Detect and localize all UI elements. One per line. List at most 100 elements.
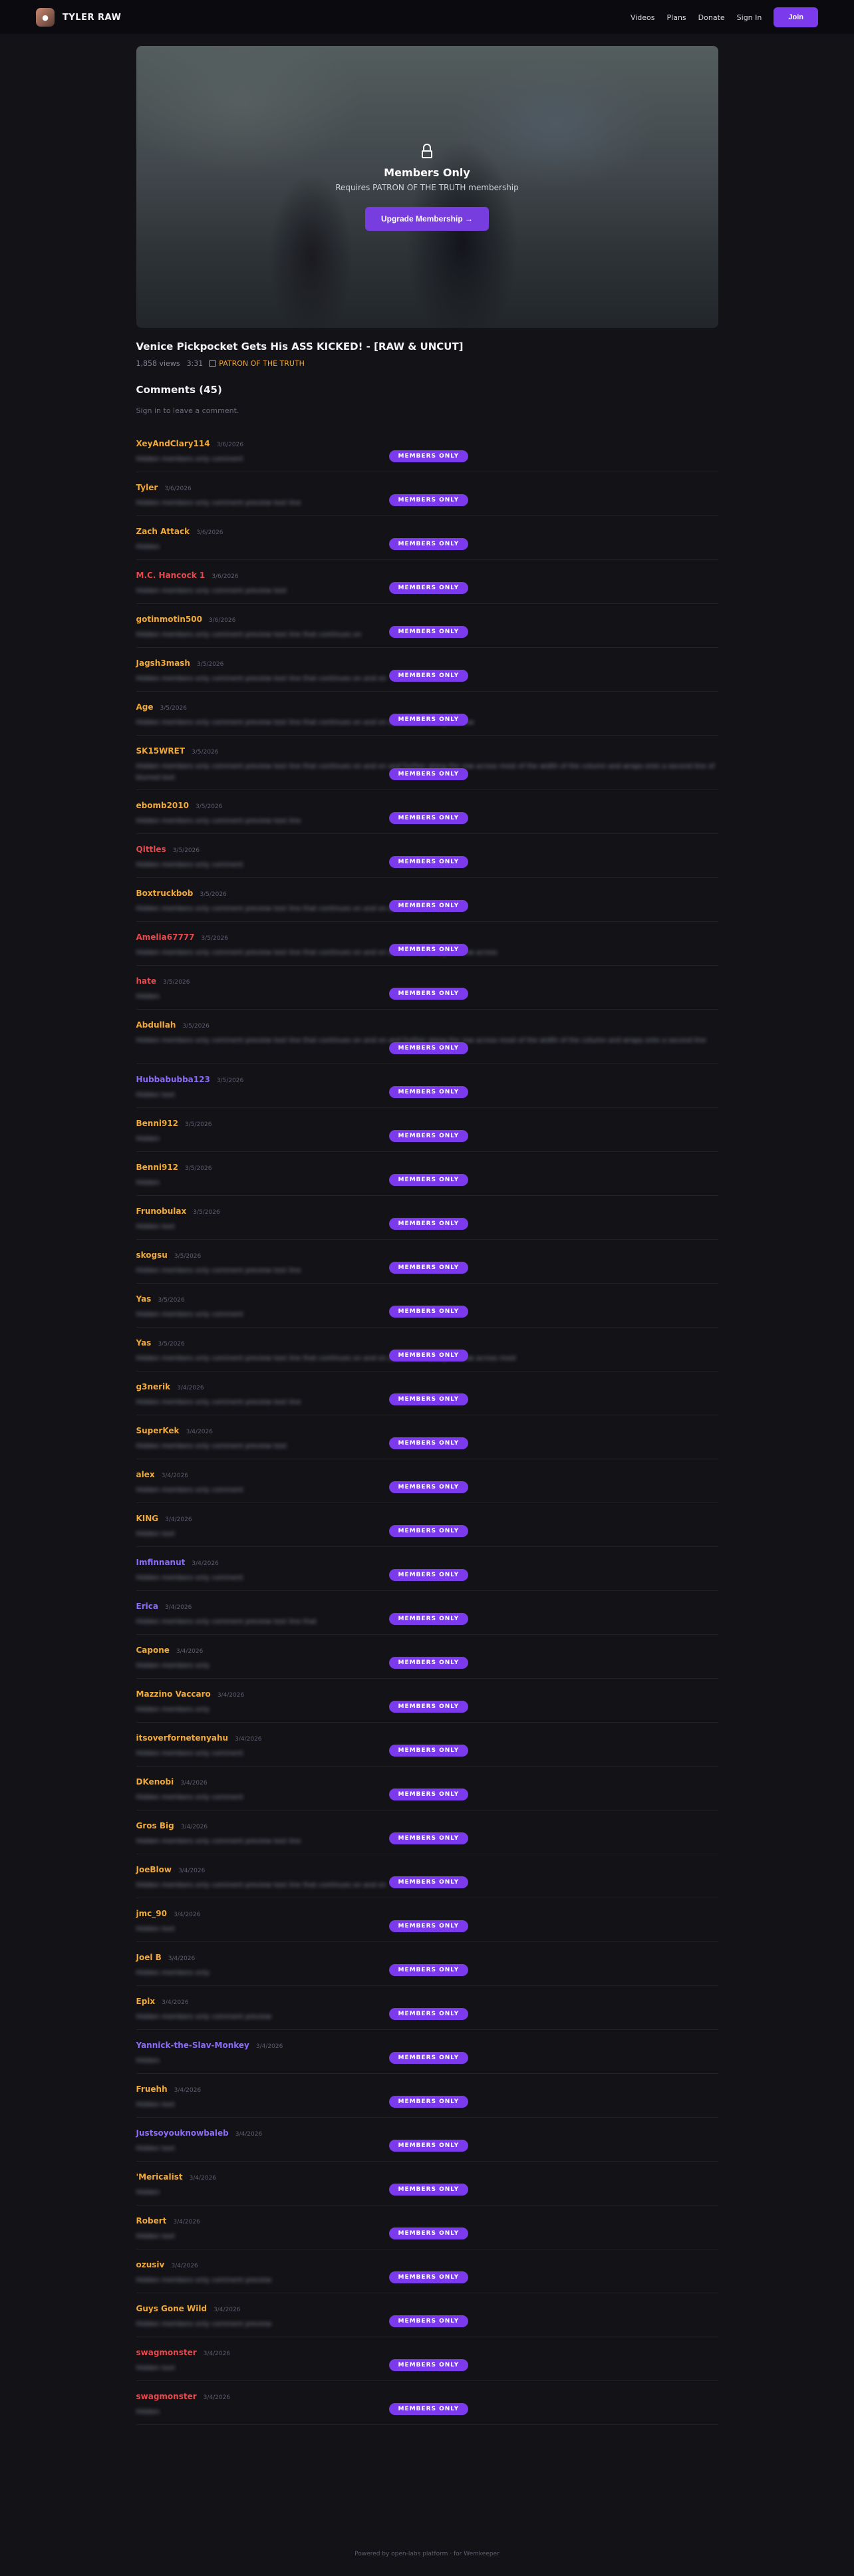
members-only-badge[interactable]: MEMBERS ONLY xyxy=(388,494,469,506)
join-button[interactable]: Join xyxy=(774,7,818,27)
members-only-badge[interactable]: MEMBERS ONLY xyxy=(388,2184,469,2196)
members-only-badge[interactable]: MEMBERS ONLY xyxy=(388,2008,469,2020)
members-only-badge[interactable]: MEMBERS ONLY xyxy=(388,1569,469,1581)
comment-author[interactable]: swagmonster xyxy=(136,2392,197,2401)
members-only-badge[interactable]: MEMBERS ONLY xyxy=(388,2403,469,2415)
members-only-badge[interactable]: MEMBERS ONLY xyxy=(388,626,469,638)
comment-author[interactable]: ebomb2010 xyxy=(136,801,189,810)
comment-author[interactable]: hate xyxy=(136,976,157,986)
members-only-badge[interactable]: MEMBERS ONLY xyxy=(388,1964,469,1976)
members-only-badge[interactable]: MEMBERS ONLY xyxy=(388,1350,469,1361)
upgrade-membership-button[interactable]: Upgrade Membership → xyxy=(364,206,490,231)
comment-author[interactable]: itsoverfornetenyahu xyxy=(136,1733,229,1743)
comment-author[interactable]: ozusiv xyxy=(136,2260,165,2269)
comment-author[interactable]: Benni912 xyxy=(136,1163,179,1172)
members-only-badge[interactable]: MEMBERS ONLY xyxy=(388,812,469,824)
comment-author[interactable]: JoeBlow xyxy=(136,1865,172,1874)
members-only-badge[interactable]: MEMBERS ONLY xyxy=(388,1174,469,1186)
comment-author[interactable]: Justsoyouknowbaleb xyxy=(136,2128,229,2138)
comment-author[interactable]: Guys Gone Wild xyxy=(136,2304,208,2313)
nav-plans[interactable]: Plans xyxy=(667,13,686,22)
comment-author[interactable]: M.C. Hancock 1 xyxy=(136,571,206,580)
members-only-badge[interactable]: MEMBERS ONLY xyxy=(388,988,469,1000)
comment-author[interactable]: Imfinnanut xyxy=(136,1558,186,1567)
comment-author[interactable]: swagmonster xyxy=(136,2348,197,2357)
members-only-badge[interactable]: MEMBERS ONLY xyxy=(388,538,469,550)
members-only-badge[interactable]: MEMBERS ONLY xyxy=(388,1481,469,1493)
comment-author[interactable]: Yas xyxy=(136,1294,152,1304)
comment-author[interactable]: jmc_90 xyxy=(136,1909,167,1918)
members-only-badge[interactable]: MEMBERS ONLY xyxy=(388,1745,469,1757)
comment-author[interactable]: alex xyxy=(136,1470,155,1479)
members-only-badge[interactable]: MEMBERS ONLY xyxy=(388,900,469,912)
members-only-badge[interactable]: MEMBERS ONLY xyxy=(388,944,469,956)
comment-author[interactable]: KING xyxy=(136,1514,159,1523)
sign-in-note[interactable]: Sign in to leave a comment. xyxy=(136,406,718,415)
members-only-badge[interactable]: MEMBERS ONLY xyxy=(388,1525,469,1537)
members-only-badge[interactable]: MEMBERS ONLY xyxy=(388,1437,469,1449)
comment-author[interactable]: XeyAndClary114 xyxy=(136,439,210,448)
members-only-badge[interactable]: MEMBERS ONLY xyxy=(388,1393,469,1405)
comment-author[interactable]: Hubbabubba123 xyxy=(136,1075,210,1084)
comment-author[interactable]: Joel B xyxy=(136,1953,162,1962)
members-only-badge[interactable]: MEMBERS ONLY xyxy=(388,1086,469,1098)
members-only-badge[interactable]: MEMBERS ONLY xyxy=(388,2227,469,2239)
comment-author[interactable]: Jagsh3mash xyxy=(136,658,190,668)
comment-author[interactable]: Zach Attack xyxy=(136,527,190,536)
comment-author[interactable]: DKenobi xyxy=(136,1777,174,1787)
members-only-badge[interactable]: MEMBERS ONLY xyxy=(388,2315,469,2327)
members-only-badge[interactable]: MEMBERS ONLY xyxy=(388,2052,469,2064)
comment-author[interactable]: Erica xyxy=(136,1602,158,1611)
members-only-badge[interactable]: MEMBERS ONLY xyxy=(388,1306,469,1318)
members-only-badge[interactable]: MEMBERS ONLY xyxy=(388,450,469,462)
comment-author[interactable]: Abdullah xyxy=(136,1020,176,1030)
members-only-badge[interactable]: MEMBERS ONLY xyxy=(388,1218,469,1230)
members-only-badge[interactable]: MEMBERS ONLY xyxy=(388,670,469,682)
nav-donate[interactable]: Donate xyxy=(698,13,725,22)
comment-author[interactable]: Epix xyxy=(136,1997,156,2006)
members-only-badge[interactable]: MEMBERS ONLY xyxy=(388,1613,469,1625)
comment-author[interactable]: g3nerik xyxy=(136,1382,171,1391)
comment-author[interactable]: Yas xyxy=(136,1338,152,1348)
comment-author[interactable]: SK15WRET xyxy=(136,746,186,756)
comment-author[interactable]: Boxtruckbob xyxy=(136,889,194,898)
members-only-badge[interactable]: MEMBERS ONLY xyxy=(388,1130,469,1142)
members-only-badge[interactable]: MEMBERS ONLY xyxy=(388,714,469,726)
comment-author[interactable]: skogsu xyxy=(136,1250,168,1260)
comment-author[interactable]: Age xyxy=(136,702,154,712)
nav-sign-in[interactable]: Sign In xyxy=(737,13,762,22)
nav-videos[interactable]: Videos xyxy=(631,13,655,22)
comment-author[interactable]: Amelia67777 xyxy=(136,932,195,942)
video-player[interactable]: Members Only Requires PATRON OF THE TRUT… xyxy=(136,46,718,328)
comment-author[interactable]: 'Mericalist xyxy=(136,2172,183,2182)
members-only-badge[interactable]: MEMBERS ONLY xyxy=(388,1042,469,1054)
members-only-badge[interactable]: MEMBERS ONLY xyxy=(388,1262,469,1274)
members-only-badge[interactable]: MEMBERS ONLY xyxy=(388,1876,469,1888)
comment-author[interactable]: Benni912 xyxy=(136,1119,179,1128)
members-only-overlay: Members Only Requires PATRON OF THE TRUT… xyxy=(136,46,718,328)
members-only-badge[interactable]: MEMBERS ONLY xyxy=(388,2096,469,2108)
comment-author[interactable]: Robert xyxy=(136,2216,167,2225)
members-only-badge[interactable]: MEMBERS ONLY xyxy=(388,1701,469,1713)
comment-author[interactable]: Fruehh xyxy=(136,2084,168,2094)
brand[interactable]: ● TYLER RAW xyxy=(36,8,121,27)
members-only-badge[interactable]: MEMBERS ONLY xyxy=(388,582,469,594)
members-only-badge[interactable]: MEMBERS ONLY xyxy=(388,768,469,780)
members-only-badge[interactable]: MEMBERS ONLY xyxy=(388,1657,469,1669)
comment-author[interactable]: Tyler xyxy=(136,483,158,492)
comment-author[interactable]: Capone xyxy=(136,1646,170,1655)
comment-author[interactable]: Qittles xyxy=(136,845,166,854)
members-only-badge[interactable]: MEMBERS ONLY xyxy=(388,2271,469,2283)
members-only-badge[interactable]: MEMBERS ONLY xyxy=(388,2359,469,2371)
comment-author[interactable]: Yannick-the-Slav-Monkey xyxy=(136,2041,249,2050)
comment-author[interactable]: gotinmotin500 xyxy=(136,615,202,624)
members-only-badge[interactable]: MEMBERS ONLY xyxy=(388,856,469,868)
members-only-badge[interactable]: MEMBERS ONLY xyxy=(388,2140,469,2152)
members-only-badge[interactable]: MEMBERS ONLY xyxy=(388,1789,469,1800)
comment-author[interactable]: Gros Big xyxy=(136,1821,174,1830)
members-only-badge[interactable]: MEMBERS ONLY xyxy=(388,1920,469,1932)
members-only-badge[interactable]: MEMBERS ONLY xyxy=(388,1832,469,1844)
comment-author[interactable]: Frunobulax xyxy=(136,1207,187,1216)
comment-author[interactable]: Mazzino Vaccaro xyxy=(136,1689,211,1699)
comment-author[interactable]: SuperKek xyxy=(136,1426,180,1435)
